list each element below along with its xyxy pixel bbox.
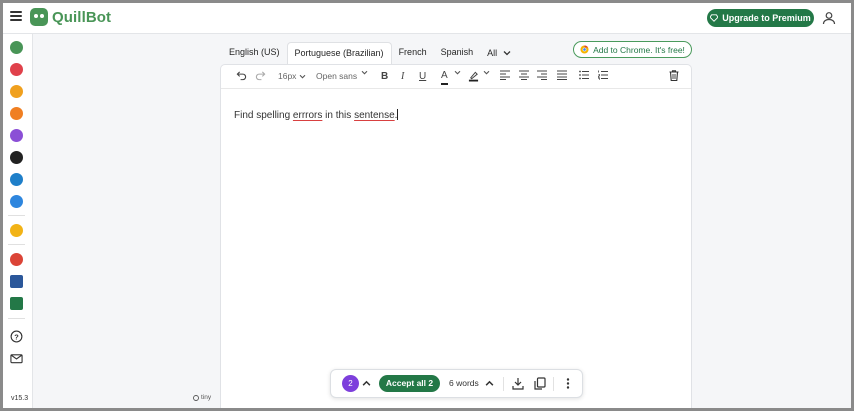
trash-icon[interactable]	[669, 70, 679, 83]
editor: 16px Open sans B I U A Find spelling err…	[220, 64, 692, 411]
more-options-icon[interactable]	[562, 377, 574, 390]
word-addin-icon[interactable]	[10, 275, 23, 288]
user-icon[interactable]	[822, 11, 836, 25]
issue-count-badge[interactable]: 2	[342, 375, 359, 392]
desktop-app-icon[interactable]	[10, 297, 23, 310]
align-left-icon[interactable]	[500, 70, 510, 83]
bullet-list-icon[interactable]	[579, 70, 589, 83]
text-segment: in this	[322, 110, 355, 121]
bottom-action-bar: 2 Accept all 2 6 words	[330, 369, 583, 398]
upgrade-premium-label: Upgrade to Premium	[722, 13, 811, 23]
sidebar-divider	[8, 215, 25, 216]
sidebar-divider	[8, 244, 25, 245]
language-tabs: English (US) Portuguese (Brazilian) Fren…	[222, 42, 518, 64]
chevron-down-icon[interactable]	[361, 70, 368, 83]
tab-spanish[interactable]: Spanish	[434, 42, 481, 64]
svg-text:?: ?	[14, 332, 19, 341]
tiny-logo-icon	[193, 394, 199, 401]
divider	[553, 377, 554, 391]
text-segment: Find spelling	[234, 110, 293, 121]
font-color-button[interactable]: A	[441, 70, 448, 85]
sidebar-divider	[8, 318, 25, 319]
numbered-list-icon[interactable]	[598, 70, 608, 83]
grammar-checker-icon[interactable]	[10, 63, 23, 76]
editor-text[interactable]: Find spelling errrors in this sentense.	[234, 109, 399, 121]
word-count[interactable]: 6 words	[449, 378, 479, 388]
tab-english-us[interactable]: English (US)	[222, 42, 287, 64]
diamond-icon	[710, 14, 719, 22]
citation-generator-icon[interactable]	[10, 173, 23, 186]
font-family-value: Open sans	[316, 71, 358, 81]
italic-button[interactable]: I	[401, 70, 404, 83]
sidebar: ?	[0, 34, 33, 411]
ai-detector-icon[interactable]	[10, 107, 23, 120]
download-icon[interactable]	[512, 377, 524, 390]
chrome-icon	[580, 45, 589, 54]
bold-button[interactable]: B	[381, 70, 388, 83]
divider	[503, 377, 504, 391]
align-justify-icon[interactable]	[557, 70, 567, 83]
flow-icon[interactable]	[10, 195, 23, 208]
align-center-icon[interactable]	[519, 70, 529, 83]
tab-all-label: All	[487, 48, 498, 58]
paraphraser-icon[interactable]	[10, 41, 23, 54]
chevron-down-icon	[299, 74, 306, 79]
chrome-extension-icon[interactable]	[10, 253, 23, 266]
add-to-chrome-button[interactable]: Add to Chrome. It's free!	[573, 41, 692, 58]
underline-button[interactable]: U	[419, 70, 426, 83]
version-label: v15.3	[11, 395, 29, 402]
font-size-value: 16px	[278, 71, 297, 81]
accept-all-button[interactable]: Accept all 2	[379, 375, 440, 392]
tab-french[interactable]: French	[392, 42, 434, 64]
copy-icon[interactable]	[534, 377, 546, 390]
add-to-chrome-label: Add to Chrome. It's free!	[593, 44, 685, 55]
font-family-select[interactable]: Open sans	[316, 70, 357, 83]
logo[interactable]: QuillBot	[30, 8, 111, 26]
mail-icon[interactable]	[10, 352, 23, 365]
logo-text: QuillBot	[52, 8, 112, 26]
help-icon[interactable]: ?	[10, 330, 23, 343]
font-size-select[interactable]: 16px	[278, 70, 306, 83]
redo-icon[interactable]	[255, 70, 266, 83]
text-caret	[397, 109, 399, 120]
tiny-branding[interactable]: tiny	[193, 394, 211, 401]
chevron-down-icon[interactable]	[483, 70, 490, 83]
hamburger-icon[interactable]	[10, 11, 22, 21]
upgrade-premium-button[interactable]: Upgrade to Premium	[707, 9, 814, 27]
premium-icon[interactable]	[10, 224, 23, 237]
chevron-down-icon[interactable]	[454, 70, 461, 83]
translator-icon[interactable]	[10, 151, 23, 164]
editor-toolbar: 16px Open sans B I U A	[221, 65, 691, 89]
spelling-error[interactable]: errrors	[293, 110, 322, 121]
tiny-label: tiny	[201, 394, 212, 401]
plagiarism-checker-icon[interactable]	[10, 85, 23, 98]
tab-all[interactable]: All	[480, 42, 518, 64]
top-bar: QuillBot Upgrade to Premium	[0, 0, 854, 34]
spelling-error[interactable]: sentense	[354, 110, 395, 121]
tab-portuguese-brazilian[interactable]: Portuguese (Brazilian)	[286, 42, 392, 64]
chevron-up-icon[interactable]	[362, 379, 371, 388]
undo-icon[interactable]	[236, 70, 247, 83]
chevron-down-icon	[503, 51, 511, 56]
chevron-up-icon[interactable]	[485, 379, 494, 388]
summarizer-icon[interactable]	[10, 129, 23, 142]
align-right-icon[interactable]	[537, 70, 547, 83]
quillbot-logo-icon	[30, 8, 48, 26]
highlight-icon[interactable]	[468, 70, 479, 83]
